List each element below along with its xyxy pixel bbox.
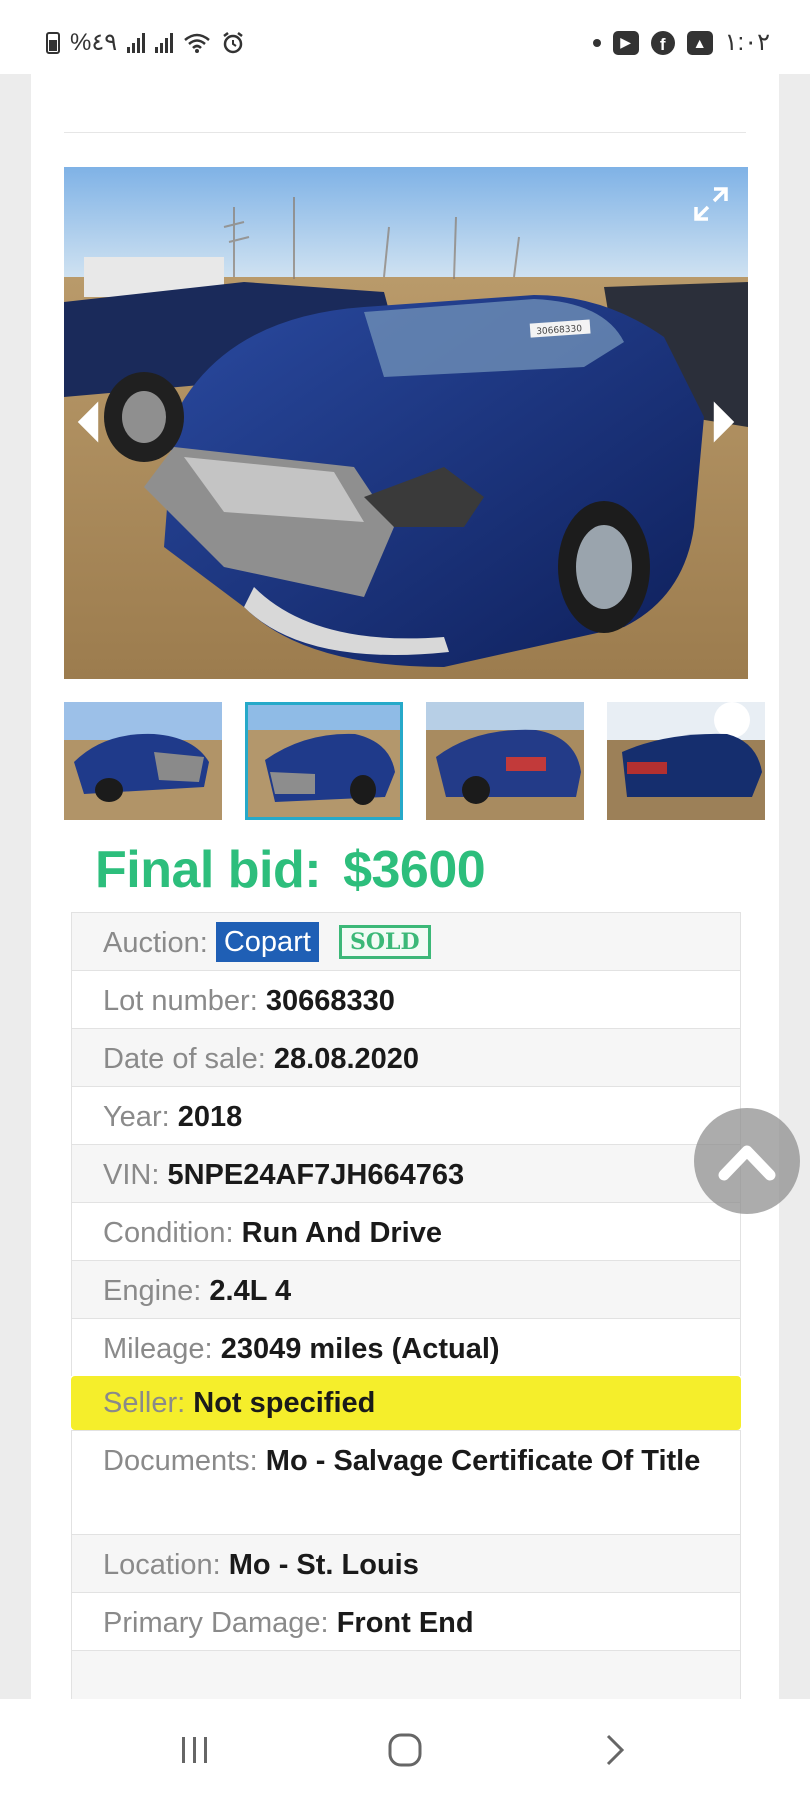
auction-badge[interactable]: Copart	[215, 922, 319, 963]
thumbnail-image	[64, 702, 222, 820]
detail-row-engine: Engine: 2.4L 4	[71, 1260, 741, 1318]
detail-value: Front End	[336, 1607, 474, 1639]
battery-icon	[46, 31, 60, 54]
signal-1-icon	[127, 32, 146, 53]
wifi-icon	[184, 33, 210, 53]
chevron-right-icon[interactable]	[704, 397, 744, 447]
detail-label: Date of sale:	[103, 1043, 266, 1075]
detail-label: Engine:	[103, 1275, 202, 1307]
detail-value: Not specified	[193, 1387, 376, 1419]
detail-label: Lot number:	[103, 985, 258, 1017]
scroll-to-top-button[interactable]	[694, 1108, 800, 1214]
detail-row-condition: Condition: Run And Drive	[71, 1202, 741, 1260]
status-left: %٤٩	[46, 28, 245, 57]
detail-row-mileage: Mileage: 23049 miles (Actual)	[71, 1318, 741, 1376]
detail-value: Mo - St. Louis	[228, 1549, 419, 1581]
detail-row-vin: VIN: 5NPE24AF7JH664763	[71, 1144, 741, 1202]
detail-label: Documents:	[103, 1445, 258, 1477]
right-gutter	[779, 74, 810, 1699]
clock: ١:٠٢	[724, 29, 770, 56]
detail-label: Primary Damage:	[103, 1607, 329, 1639]
chevron-left-icon[interactable]	[68, 397, 108, 447]
photo-thumbnails	[64, 702, 765, 820]
signal-2-icon	[155, 32, 174, 53]
notification-dot-icon	[592, 38, 601, 47]
status-right: ▶ f ▲ ١:٠٢	[592, 28, 770, 57]
detail-row-year: Year: 2018	[71, 1086, 741, 1144]
divider	[64, 132, 746, 133]
detail-value: Mo - Salvage Certificate Of Title	[265, 1445, 701, 1477]
detail-label: Year:	[103, 1101, 170, 1133]
detail-row-location: Location: Mo - St. Louis	[71, 1534, 741, 1592]
lot-details: Auction: Copart SOLD Lot number: 3066833…	[71, 912, 741, 1699]
thumbnail-image	[607, 702, 765, 820]
youtube-icon: ▶	[612, 30, 639, 55]
detail-value: 2.4L 4	[209, 1275, 292, 1307]
car-photo-image: 30668330	[64, 167, 748, 679]
home-button[interactable]	[375, 1720, 435, 1780]
status-bar: %٤٩ ▶ f ▲ ١:٠٢	[0, 0, 810, 74]
detail-row-seller: Seller: Not specified	[71, 1376, 741, 1430]
final-bid-label: Final bid:	[95, 841, 322, 899]
final-bid-amount: $3600	[343, 841, 486, 899]
detail-value: 5NPE24AF7JH664763	[167, 1159, 465, 1191]
thumbnail-image	[245, 702, 403, 820]
detail-value: 28.08.2020	[273, 1043, 420, 1075]
recent-apps-button[interactable]	[165, 1720, 225, 1780]
thumbnail-image	[426, 702, 584, 820]
alarm-icon	[223, 31, 243, 53]
facebook-icon: f	[650, 30, 675, 55]
page-content[interactable]: 30668330 Final bid: $3600 Auction: Copar…	[31, 74, 779, 1699]
final-bid: Final bid: $3600	[95, 840, 486, 900]
detail-label: Condition:	[103, 1217, 234, 1249]
sold-badge: SOLD	[338, 925, 431, 960]
expand-icon[interactable]	[692, 185, 730, 223]
thumbnail-1[interactable]	[64, 702, 222, 820]
detail-row-documents: Documents: Mo - Salvage Certificate Of T…	[71, 1430, 741, 1534]
detail-row-date-of-sale: Date of sale: 28.08.2020	[71, 1028, 741, 1086]
detail-label: Mileage:	[103, 1333, 213, 1365]
detail-value: 2018	[177, 1101, 243, 1133]
detail-row-lot-number: Lot number: 30668330	[71, 970, 741, 1028]
detail-label: Seller:	[103, 1387, 186, 1419]
back-button[interactable]	[585, 1720, 645, 1780]
detail-label: Location:	[103, 1549, 221, 1581]
navigation-bar	[0, 1699, 810, 1800]
detail-value: 23049 miles (Actual)	[220, 1333, 500, 1365]
detail-row-auction: Auction: Copart SOLD	[71, 912, 741, 970]
thumbnail-2[interactable]	[245, 702, 403, 820]
battery-percent: %٤٩	[70, 29, 118, 56]
detail-label: Auction:	[103, 927, 208, 959]
back-icon	[606, 1734, 625, 1765]
detail-row-partial	[71, 1650, 741, 1699]
recent-apps-icon	[182, 1736, 207, 1763]
main-car-photo[interactable]: 30668330	[64, 167, 748, 679]
detail-row-primary-damage: Primary Damage: Front End	[71, 1592, 741, 1650]
gallery-icon: ▲	[686, 30, 713, 55]
thumbnail-4[interactable]	[607, 702, 765, 820]
detail-value: 30668330	[265, 985, 395, 1017]
thumbnail-3[interactable]	[426, 702, 584, 820]
chevron-up-icon	[718, 1145, 776, 1181]
detail-value: Run And Drive	[241, 1217, 442, 1249]
home-icon	[388, 1733, 422, 1766]
left-gutter	[0, 74, 31, 1699]
detail-label: VIN:	[103, 1159, 160, 1191]
